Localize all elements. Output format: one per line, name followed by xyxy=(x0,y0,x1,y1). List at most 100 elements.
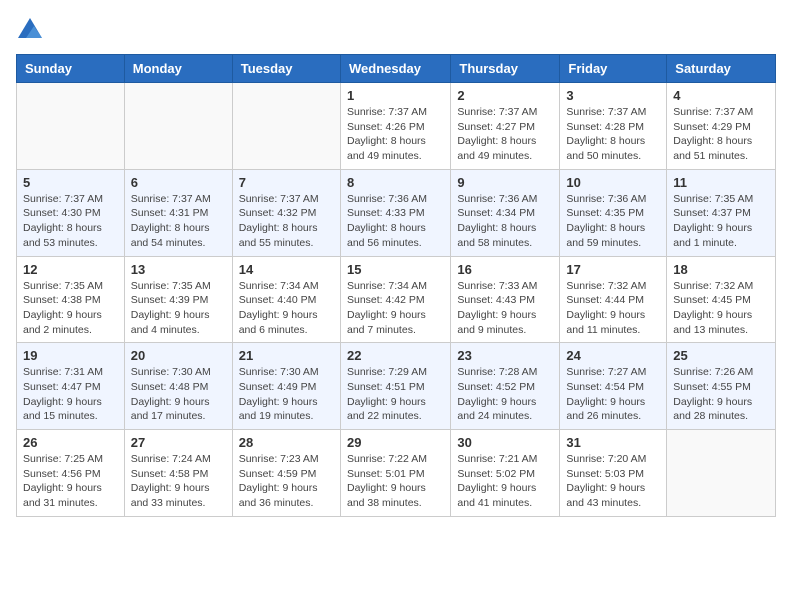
day-of-week-header: Wednesday xyxy=(340,55,450,83)
calendar-day-cell: 30 Sunrise: 7:21 AM Sunset: 5:02 PM Dayli… xyxy=(451,430,560,517)
calendar-day-cell: 5 Sunrise: 7:37 AM Sunset: 4:30 PM Daylig… xyxy=(17,169,125,256)
day-info: Sunrise: 7:35 AM Sunset: 4:37 PM Dayligh… xyxy=(673,192,769,251)
day-info: Sunrise: 7:34 AM Sunset: 4:40 PM Dayligh… xyxy=(239,279,334,338)
day-info: Sunrise: 7:30 AM Sunset: 4:48 PM Dayligh… xyxy=(131,365,226,424)
day-number: 21 xyxy=(239,348,334,363)
day-info: Sunrise: 7:27 AM Sunset: 4:54 PM Dayligh… xyxy=(566,365,660,424)
calendar-day-cell: 4 Sunrise: 7:37 AM Sunset: 4:29 PM Daylig… xyxy=(667,83,776,170)
day-number: 13 xyxy=(131,262,226,277)
day-number: 28 xyxy=(239,435,334,450)
day-info: Sunrise: 7:35 AM Sunset: 4:38 PM Dayligh… xyxy=(23,279,118,338)
calendar-day-cell: 3 Sunrise: 7:37 AM Sunset: 4:28 PM Daylig… xyxy=(560,83,667,170)
calendar-day-cell: 1 Sunrise: 7:37 AM Sunset: 4:26 PM Daylig… xyxy=(340,83,450,170)
day-info: Sunrise: 7:37 AM Sunset: 4:26 PM Dayligh… xyxy=(347,105,444,164)
day-of-week-header: Tuesday xyxy=(232,55,340,83)
logo xyxy=(16,16,48,44)
calendar-day-cell: 10 Sunrise: 7:36 AM Sunset: 4:35 PM Dayli… xyxy=(560,169,667,256)
day-info: Sunrise: 7:24 AM Sunset: 4:58 PM Dayligh… xyxy=(131,452,226,511)
calendar-day-cell: 13 Sunrise: 7:35 AM Sunset: 4:39 PM Dayli… xyxy=(124,256,232,343)
day-number: 4 xyxy=(673,88,769,103)
calendar-day-cell: 18 Sunrise: 7:32 AM Sunset: 4:45 PM Dayli… xyxy=(667,256,776,343)
calendar-day-cell: 16 Sunrise: 7:33 AM Sunset: 4:43 PM Dayli… xyxy=(451,256,560,343)
calendar-day-cell: 15 Sunrise: 7:34 AM Sunset: 4:42 PM Dayli… xyxy=(340,256,450,343)
day-number: 27 xyxy=(131,435,226,450)
day-info: Sunrise: 7:36 AM Sunset: 4:34 PM Dayligh… xyxy=(457,192,553,251)
day-number: 9 xyxy=(457,175,553,190)
day-info: Sunrise: 7:36 AM Sunset: 4:33 PM Dayligh… xyxy=(347,192,444,251)
day-info: Sunrise: 7:25 AM Sunset: 4:56 PM Dayligh… xyxy=(23,452,118,511)
day-of-week-header: Friday xyxy=(560,55,667,83)
calendar-day-cell: 6 Sunrise: 7:37 AM Sunset: 4:31 PM Daylig… xyxy=(124,169,232,256)
day-number: 3 xyxy=(566,88,660,103)
calendar-day-cell: 31 Sunrise: 7:20 AM Sunset: 5:03 PM Dayli… xyxy=(560,430,667,517)
calendar-day-cell: 22 Sunrise: 7:29 AM Sunset: 4:51 PM Dayli… xyxy=(340,343,450,430)
calendar-week-row: 19Sunrise: 7:31 AM Sunset: 4:47 PM Dayli… xyxy=(17,343,776,430)
calendar-day-cell: 7 Sunrise: 7:37 AM Sunset: 4:32 PM Daylig… xyxy=(232,169,340,256)
day-info: Sunrise: 7:37 AM Sunset: 4:30 PM Dayligh… xyxy=(23,192,118,251)
day-info: Sunrise: 7:30 AM Sunset: 4:49 PM Dayligh… xyxy=(239,365,334,424)
calendar-table: SundayMondayTuesdayWednesdayThursdayFrid… xyxy=(16,54,776,517)
day-number: 11 xyxy=(673,175,769,190)
calendar-day-cell: 17Sunrise: 7:32 AM Sunset: 4:44 PM Dayli… xyxy=(560,256,667,343)
day-info: Sunrise: 7:36 AM Sunset: 4:35 PM Dayligh… xyxy=(566,192,660,251)
day-info: Sunrise: 7:32 AM Sunset: 4:44 PM Dayligh… xyxy=(566,279,660,338)
calendar-week-row: 1 Sunrise: 7:37 AM Sunset: 4:26 PM Daylig… xyxy=(17,83,776,170)
calendar-day-cell: 20 Sunrise: 7:30 AM Sunset: 4:48 PM Dayli… xyxy=(124,343,232,430)
day-number: 14 xyxy=(239,262,334,277)
logo-icon xyxy=(16,16,44,44)
day-info: Sunrise: 7:32 AM Sunset: 4:45 PM Dayligh… xyxy=(673,279,769,338)
day-number: 16 xyxy=(457,262,553,277)
day-info: Sunrise: 7:21 AM Sunset: 5:02 PM Dayligh… xyxy=(457,452,553,511)
day-number: 25 xyxy=(673,348,769,363)
calendar-day-cell: 8 Sunrise: 7:36 AM Sunset: 4:33 PM Daylig… xyxy=(340,169,450,256)
day-number: 12 xyxy=(23,262,118,277)
calendar-week-row: 5 Sunrise: 7:37 AM Sunset: 4:30 PM Daylig… xyxy=(17,169,776,256)
day-number: 31 xyxy=(566,435,660,450)
day-info: Sunrise: 7:33 AM Sunset: 4:43 PM Dayligh… xyxy=(457,279,553,338)
day-number: 1 xyxy=(347,88,444,103)
day-number: 15 xyxy=(347,262,444,277)
day-number: 24 xyxy=(566,348,660,363)
calendar-day-cell: 29 Sunrise: 7:22 AM Sunset: 5:01 PM Dayli… xyxy=(340,430,450,517)
day-info: Sunrise: 7:35 AM Sunset: 4:39 PM Dayligh… xyxy=(131,279,226,338)
day-number: 8 xyxy=(347,175,444,190)
day-info: Sunrise: 7:22 AM Sunset: 5:01 PM Dayligh… xyxy=(347,452,444,511)
day-info: Sunrise: 7:20 AM Sunset: 5:03 PM Dayligh… xyxy=(566,452,660,511)
calendar-day-cell: 26 Sunrise: 7:25 AM Sunset: 4:56 PM Dayli… xyxy=(17,430,125,517)
day-info: Sunrise: 7:37 AM Sunset: 4:31 PM Dayligh… xyxy=(131,192,226,251)
day-number: 18 xyxy=(673,262,769,277)
day-number: 10 xyxy=(566,175,660,190)
day-number: 20 xyxy=(131,348,226,363)
day-info: Sunrise: 7:37 AM Sunset: 4:28 PM Dayligh… xyxy=(566,105,660,164)
calendar-day-cell xyxy=(17,83,125,170)
calendar-header-row: SundayMondayTuesdayWednesdayThursdayFrid… xyxy=(17,55,776,83)
calendar-day-cell: 27 Sunrise: 7:24 AM Sunset: 4:58 PM Dayli… xyxy=(124,430,232,517)
calendar-day-cell: 19Sunrise: 7:31 AM Sunset: 4:47 PM Dayli… xyxy=(17,343,125,430)
calendar-day-cell xyxy=(232,83,340,170)
day-info: Sunrise: 7:34 AM Sunset: 4:42 PM Dayligh… xyxy=(347,279,444,338)
day-number: 26 xyxy=(23,435,118,450)
calendar-day-cell: 14 Sunrise: 7:34 AM Sunset: 4:40 PM Dayli… xyxy=(232,256,340,343)
calendar-day-cell: 12 Sunrise: 7:35 AM Sunset: 4:38 PM Dayli… xyxy=(17,256,125,343)
day-info: Sunrise: 7:37 AM Sunset: 4:29 PM Dayligh… xyxy=(673,105,769,164)
day-of-week-header: Thursday xyxy=(451,55,560,83)
day-number: 22 xyxy=(347,348,444,363)
calendar-day-cell: 25 Sunrise: 7:26 AM Sunset: 4:55 PM Dayli… xyxy=(667,343,776,430)
calendar-day-cell: 28 Sunrise: 7:23 AM Sunset: 4:59 PM Dayli… xyxy=(232,430,340,517)
day-number: 6 xyxy=(131,175,226,190)
day-number: 7 xyxy=(239,175,334,190)
calendar-day-cell xyxy=(667,430,776,517)
day-info: Sunrise: 7:37 AM Sunset: 4:27 PM Dayligh… xyxy=(457,105,553,164)
day-number: 29 xyxy=(347,435,444,450)
day-number: 5 xyxy=(23,175,118,190)
day-info: Sunrise: 7:37 AM Sunset: 4:32 PM Dayligh… xyxy=(239,192,334,251)
calendar-day-cell: 2 Sunrise: 7:37 AM Sunset: 4:27 PM Daylig… xyxy=(451,83,560,170)
day-info: Sunrise: 7:23 AM Sunset: 4:59 PM Dayligh… xyxy=(239,452,334,511)
calendar-day-cell: 24 Sunrise: 7:27 AM Sunset: 4:54 PM Dayli… xyxy=(560,343,667,430)
day-info: Sunrise: 7:31 AM Sunset: 4:47 PM Dayligh… xyxy=(23,365,118,424)
day-info: Sunrise: 7:28 AM Sunset: 4:52 PM Dayligh… xyxy=(457,365,553,424)
day-number: 30 xyxy=(457,435,553,450)
day-number: 2 xyxy=(457,88,553,103)
day-info: Sunrise: 7:26 AM Sunset: 4:55 PM Dayligh… xyxy=(673,365,769,424)
day-info: Sunrise: 7:29 AM Sunset: 4:51 PM Dayligh… xyxy=(347,365,444,424)
